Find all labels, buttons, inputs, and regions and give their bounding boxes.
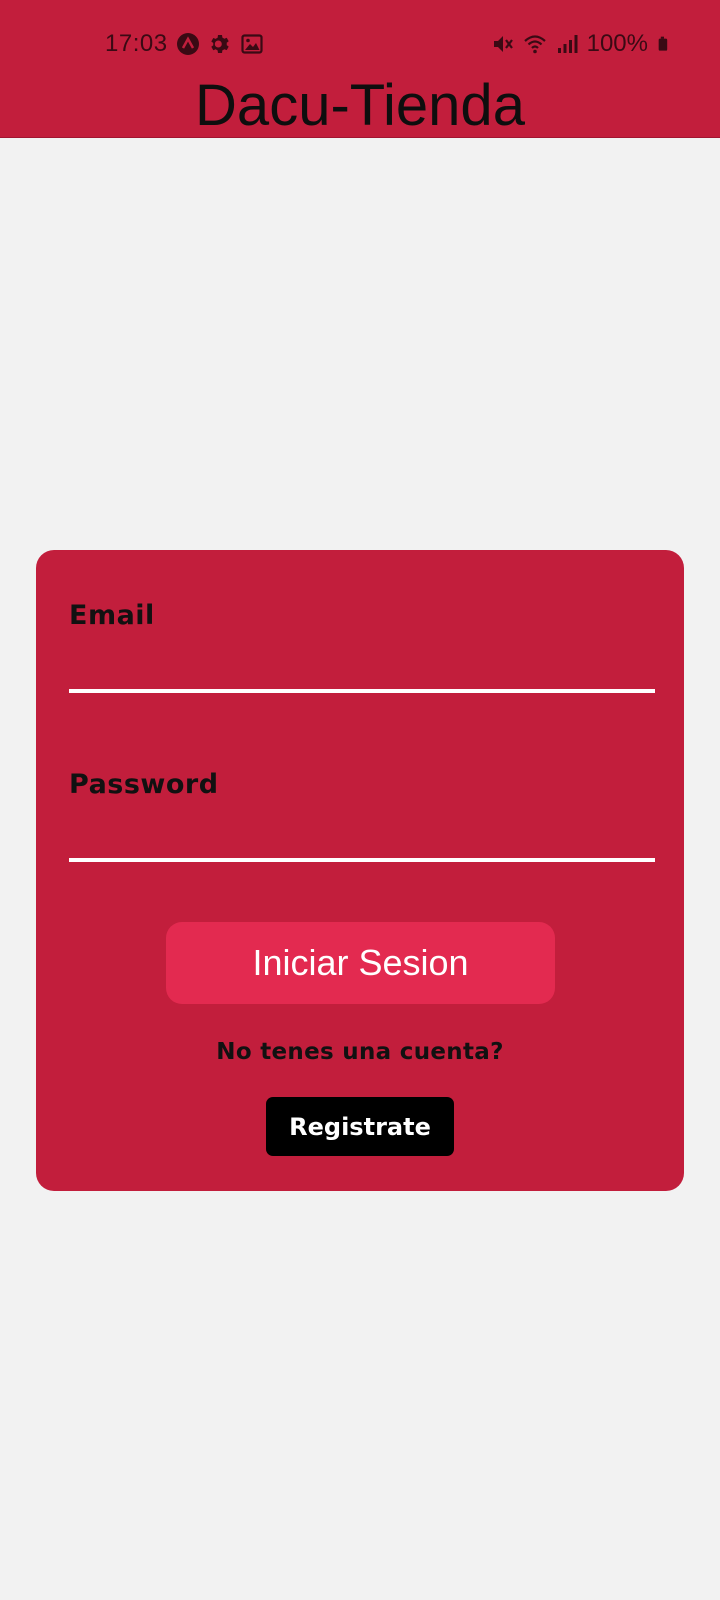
battery-icon <box>658 36 668 51</box>
status-time: 17:03 <box>105 30 168 57</box>
login-card: Email Password Iniciar Sesion No tenes u… <box>36 550 684 1191</box>
status-bar: 17:03 100% <box>0 28 720 60</box>
login-button[interactable]: Iniciar Sesion <box>166 922 555 1004</box>
status-bar-right: 100% <box>491 28 672 60</box>
app-title: Dacu-Tienda <box>195 73 525 138</box>
wifi-icon <box>523 35 546 54</box>
battery-percentage: 100% <box>586 30 648 57</box>
no-account-text: No tenes una cuenta? <box>216 1039 504 1065</box>
signal-icon <box>557 35 578 53</box>
gear-icon <box>210 35 229 53</box>
email-field[interactable] <box>69 641 655 693</box>
password-field[interactable] <box>69 810 655 862</box>
image-icon <box>240 34 263 54</box>
password-label: Password <box>69 769 219 800</box>
email-label: Email <box>69 600 155 631</box>
app-a-icon <box>176 33 199 55</box>
status-bar-left: 17:03 <box>105 28 264 60</box>
register-button[interactable]: Registrate <box>266 1097 454 1156</box>
app-header: 17:03 100% Dacu-Tienda <box>0 0 720 138</box>
mute-icon <box>493 36 513 52</box>
